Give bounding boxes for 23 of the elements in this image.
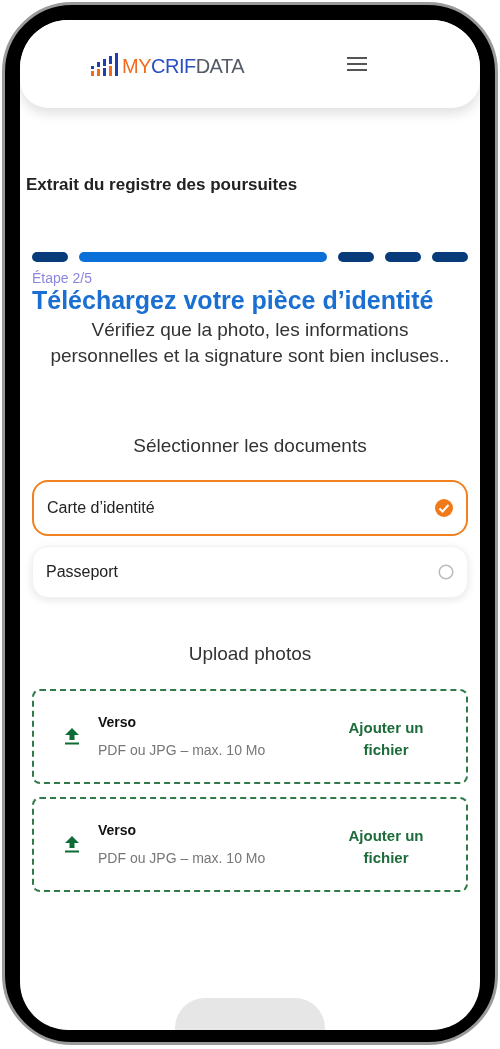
upload-hint: PDF ou JPG – max. 10 Mo <box>98 848 267 868</box>
upload-label: Verso <box>98 820 138 840</box>
add-file-link[interactable]: Ajouter un fichier <box>326 825 446 869</box>
option-label: Passeport <box>46 562 119 582</box>
radio-icon <box>438 564 454 580</box>
description-text: Vérifiez que la photo, les informations personnelles et la signature sont bien incluses.. <box>49 317 451 368</box>
document-option[interactable]: Passeport <box>32 546 468 598</box>
add-file-link[interactable]: Ajouter un fichier <box>326 717 446 761</box>
option-label: Carte d’identité <box>47 498 155 518</box>
document-option[interactable]: Carte d’identité <box>32 480 468 536</box>
page-heading: Téléchargez votre pièce d’identité <box>32 285 435 315</box>
section-title: Sélectionner les documents <box>132 433 368 458</box>
logo-text: MYCRIFDATA <box>122 56 245 76</box>
section-title: Upload photos <box>187 642 313 666</box>
upload-hint: PDF ou JPG – max. 10 Mo <box>98 740 267 760</box>
page-title: Extrait du registre des poursuites <box>26 174 299 196</box>
upload-icon <box>64 835 80 853</box>
check-icon <box>435 499 453 517</box>
upload-label: Verso <box>98 712 138 732</box>
upload-icon <box>64 727 80 745</box>
menu-icon[interactable] <box>347 57 367 71</box>
step-label: Étape 2/5 <box>32 269 93 286</box>
bar-chart-logo-icon <box>90 52 118 76</box>
